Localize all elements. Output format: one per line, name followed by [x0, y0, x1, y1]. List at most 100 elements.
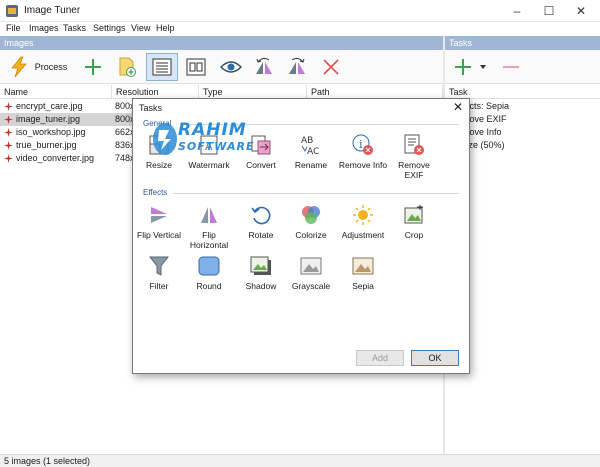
- task-label: Remove EXIF: [398, 160, 430, 180]
- app-icon: [6, 5, 18, 17]
- task-colorize[interactable]: Colorize: [285, 203, 337, 253]
- preview-button[interactable]: [217, 53, 245, 81]
- filter-icon: [148, 256, 170, 276]
- task-remove-info[interactable]: i Remove Info: [337, 133, 389, 183]
- crop-icon: [404, 205, 423, 224]
- rename-icon: ABAC: [301, 136, 319, 157]
- images-panel-header: Images: [0, 36, 443, 50]
- rotate-icon: [251, 206, 271, 225]
- menu-bar: File Images Tasks Settings View Help: [0, 22, 600, 36]
- list-view-icon: [152, 58, 172, 76]
- remove-info-icon: i: [352, 134, 373, 155]
- task-label: Watermark: [188, 160, 230, 170]
- image-file-icon: [4, 141, 13, 150]
- menu-help[interactable]: Help: [156, 23, 175, 33]
- watermark-line1: RAHIM: [178, 120, 247, 140]
- task-shadow[interactable]: Shadow: [235, 254, 287, 304]
- task-flip-vertical[interactable]: Flip Vertical: [133, 203, 185, 253]
- file-name: encrypt_care.jpg: [16, 101, 83, 111]
- add-file-icon: [119, 57, 136, 77]
- group-divider: [173, 193, 459, 194]
- rotate-right-icon: [289, 57, 305, 74]
- file-name: true_burner.jpg: [16, 140, 77, 150]
- task-flip-horizontal[interactable]: Flip Horizontal: [183, 203, 235, 253]
- column-resolution[interactable]: Resolution: [112, 85, 199, 99]
- column-name[interactable]: Name: [0, 85, 112, 99]
- menu-settings[interactable]: Settings: [93, 23, 126, 33]
- file-name: iso_workshop.jpg: [16, 127, 86, 137]
- plus-icon: [455, 59, 471, 75]
- chevron-down-icon: [480, 65, 486, 69]
- add-button[interactable]: Add: [356, 350, 404, 366]
- task-label: Rename: [294, 160, 328, 170]
- file-name: image_tuner.jpg: [16, 114, 81, 124]
- eye-icon: [220, 61, 242, 73]
- task-label: Flip Vertical: [137, 230, 181, 240]
- add-task-dropdown[interactable]: [478, 53, 488, 81]
- menu-view[interactable]: View: [131, 23, 150, 33]
- thumbnail-view-button[interactable]: [182, 53, 210, 81]
- task-label: Rotate: [248, 230, 274, 240]
- close-button[interactable]: ✕: [566, 2, 596, 20]
- watermark-badge-icon: [153, 123, 177, 155]
- rotate-left-button[interactable]: [250, 53, 278, 81]
- image-file-icon: [4, 115, 13, 124]
- ok-button[interactable]: OK: [411, 350, 459, 366]
- remove-exif-icon: [404, 134, 424, 155]
- maximize-button[interactable]: ☐: [534, 2, 564, 20]
- task-remove-exif[interactable]: Remove EXIF: [388, 133, 440, 183]
- task-filter[interactable]: Filter: [133, 254, 185, 304]
- flip-horizontal-icon: [201, 207, 217, 223]
- task-adjustment[interactable]: Adjustment: [337, 203, 389, 253]
- column-path[interactable]: Path: [307, 85, 443, 99]
- task-label: Convert: [246, 160, 276, 170]
- minimize-button[interactable]: –: [502, 2, 532, 20]
- task-round[interactable]: Round: [183, 254, 235, 304]
- sun-icon: [353, 205, 373, 225]
- remove-button[interactable]: [318, 53, 344, 81]
- shadow-icon: [250, 256, 271, 275]
- add-task-button[interactable]: [450, 53, 476, 81]
- watermark-line2: SOFTWARE: [178, 140, 255, 153]
- task-label: Filter: [149, 281, 169, 291]
- add-images-button[interactable]: [80, 53, 106, 81]
- effects-group-label: Effects: [143, 188, 168, 197]
- minus-icon: [503, 66, 519, 68]
- dialog-close-button[interactable]: ✕: [453, 100, 463, 114]
- menu-tasks[interactable]: Tasks: [63, 23, 86, 33]
- file-name: video_converter.jpg: [16, 153, 95, 163]
- tasks-panel-header: Tasks: [445, 36, 600, 50]
- task-label: Adjustment: [341, 230, 385, 240]
- task-label: Remove Info: [338, 160, 388, 170]
- menu-images[interactable]: Images: [29, 23, 59, 33]
- image-file-icon: [4, 128, 13, 137]
- title-bar: Image Tuner – ☐ ✕: [0, 0, 600, 22]
- close-x-icon: [323, 59, 339, 75]
- details-view-button[interactable]: [146, 53, 178, 81]
- task-sepia[interactable]: Sepia: [337, 254, 389, 304]
- svg-text:AB: AB: [301, 136, 313, 146]
- image-file-icon: [4, 102, 13, 111]
- add-folder-button[interactable]: [113, 53, 141, 81]
- plus-icon: [85, 59, 101, 75]
- task-rotate[interactable]: Rotate: [235, 203, 287, 253]
- window-title: Image Tuner: [24, 5, 81, 16]
- task-crop[interactable]: Crop: [388, 203, 440, 253]
- task-label: Shadow: [245, 281, 277, 291]
- task-rename[interactable]: AB AC Rename: [285, 133, 337, 183]
- column-type[interactable]: Type: [199, 85, 307, 99]
- remove-task-button[interactable]: [498, 53, 524, 81]
- menu-file[interactable]: File: [6, 23, 21, 33]
- sepia-icon: [352, 257, 374, 275]
- dialog-title: Tasks: [139, 103, 163, 113]
- round-corners-icon: [198, 256, 220, 276]
- process-button[interactable]: Process: [6, 53, 70, 81]
- column-task[interactable]: Task: [445, 85, 600, 99]
- watermark-logo: RAHIM SOFTWARE: [150, 118, 270, 160]
- task-label: Colorize: [295, 230, 327, 240]
- svg-text:i: i: [359, 138, 363, 151]
- rotate-right-button[interactable]: [283, 53, 311, 81]
- task-grayscale[interactable]: Grayscale: [285, 254, 337, 304]
- thumbnail-view-icon: [186, 58, 206, 76]
- task-label: Round: [196, 281, 222, 291]
